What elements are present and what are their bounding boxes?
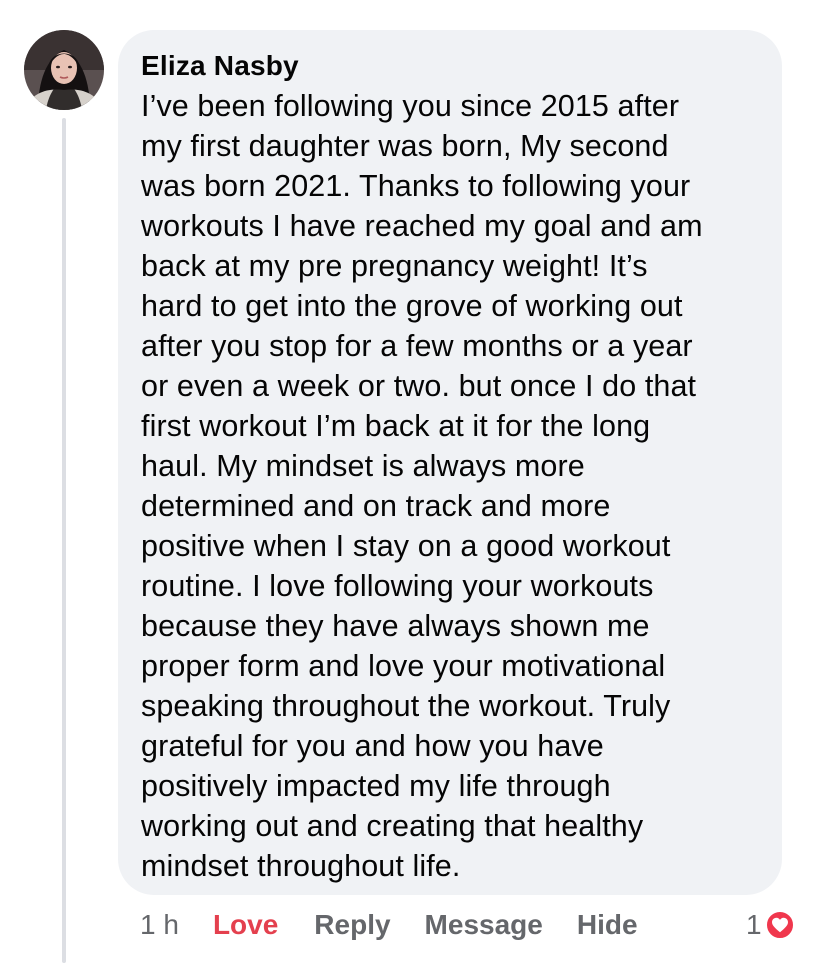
comment-actions: 1 h Love Reply Message Hide <box>140 905 638 945</box>
comment-author[interactable]: Eliza Nasby <box>141 49 762 83</box>
thread-line <box>62 118 66 963</box>
reaction-count: 1 <box>746 909 762 940</box>
comment-timestamp[interactable]: 1 h <box>140 909 179 941</box>
reply-button[interactable]: Reply <box>314 909 390 941</box>
comment-bubble: Eliza Nasby I’ve been following you sinc… <box>118 30 782 895</box>
comment-text: I’ve been following you since 2015 after… <box>141 89 703 883</box>
love-button[interactable]: Love <box>213 909 278 941</box>
heart-icon <box>763 909 796 941</box>
avatar[interactable] <box>24 30 104 110</box>
hide-button[interactable]: Hide <box>577 909 638 941</box>
reaction-summary[interactable]: 1 <box>746 905 796 945</box>
message-button[interactable]: Message <box>425 909 543 941</box>
avatar-image <box>24 30 104 110</box>
